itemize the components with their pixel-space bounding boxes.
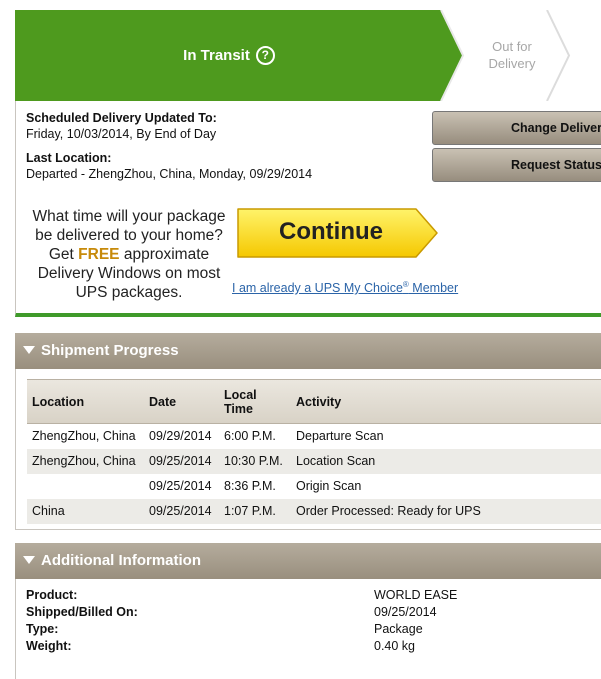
shipped-billed-label: Shipped/Billed On: [26,605,138,619]
row-location: China [32,504,65,518]
row-date: 09/29/2014 [149,429,212,444]
table-row: 09/25/2014 8:36 P.M. Origin Scan [27,474,601,499]
collapse-triangle-icon [23,556,35,564]
row-location: ZhengZhou, China [32,429,136,444]
question-circle-icon[interactable]: ? [255,46,275,65]
weight-value: 0.40 kg [374,639,416,653]
product-label: Product: [26,588,78,602]
table-row: ZhengZhou, China 09/25/2014 10:30 P.M. L… [27,448,601,474]
shipment-progress-title: Shipment Progress [41,342,179,359]
step-in-transit-label: In Transit [183,47,250,64]
type-label: Type: [26,622,59,636]
delivery-progress-bar: In Transit ? Out for Delivery [15,10,601,101]
table-row: China 09/25/2014 1:07 P.M. Order Process… [27,498,601,524]
row-date: 09/25/2014 [149,479,212,493]
row-time: 10:30 P.M. [224,454,283,468]
weight-label: Weight: [26,639,72,653]
table-header-row: Location Date Local Time Activity [27,379,601,424]
last-location-label: Last Location: [26,151,112,165]
shipment-progress-header[interactable]: Shipment Progress [15,333,601,369]
row-time: 1:07 P.M. [224,504,276,518]
promo-free-text: FREE [78,246,120,263]
request-status-updates-button[interactable]: Request Status Updates [432,148,601,182]
additional-info-body [15,579,601,679]
col-location: Location [27,379,144,424]
row-date: 09/25/2014 [149,504,212,518]
delivery-window-promo: What time will your package be delivered… [22,207,236,302]
member-link-text[interactable]: I am already a UPS My Choice [232,281,403,295]
collapse-triangle-icon [23,346,35,354]
row-time: 8:36 P.M. [224,479,276,493]
additional-info-header[interactable]: Additional Information [15,543,601,579]
step-in-transit: In Transit ? [15,10,443,101]
row-location: ZhengZhou, China [32,454,136,468]
change-delivery-button[interactable]: Change Delivery [432,111,601,145]
product-value: WORLD EASE [374,588,458,602]
member-link-suffix[interactable]: Member [409,281,458,295]
continue-button[interactable]: Continue [236,208,426,256]
col-activity: Activity [291,379,601,424]
col-local-time: Local Time [219,379,291,424]
row-activity: Location Scan [296,454,376,468]
row-activity: Departure Scan [296,429,384,444]
table-row: ZhengZhou, China 09/29/2014 6:00 P.M. De… [27,424,601,449]
shipped-billed-value: 09/25/2014 [374,605,437,619]
row-time: 6:00 P.M. [224,429,276,444]
row-activity: Origin Scan [296,479,362,493]
row-activity: Order Processed: Ready for UPS [296,504,481,518]
scheduled-delivery-label: Scheduled Delivery Updated To: [26,111,217,125]
shipment-progress-table: Location Date Local Time Activity ZhengZh… [27,379,601,524]
row-date: 09/25/2014 [149,454,212,468]
step-out-for-delivery: Out for Delivery [488,39,536,71]
my-choice-member-link[interactable]: I am already a UPS My Choice® Member [232,280,458,295]
row-location [27,474,144,499]
col-date: Date [144,379,219,424]
scheduled-delivery-value: Friday, 10/03/2014, By End of Day [26,127,217,141]
last-location-value: Departed - ZhengZhou, China, Monday, 09/… [26,167,313,181]
additional-info-title: Additional Information [41,552,201,569]
type-value: Package [374,622,423,636]
